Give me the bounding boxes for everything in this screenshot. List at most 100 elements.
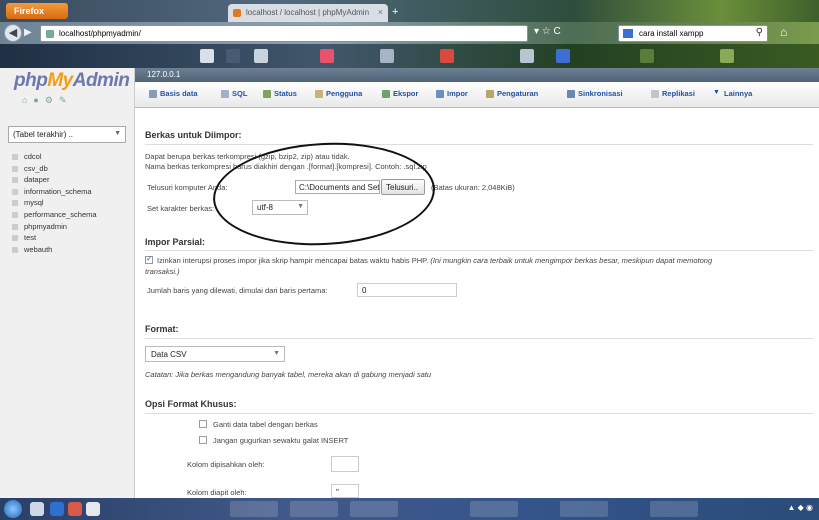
bookmark-icon[interactable] — [720, 49, 734, 63]
tab-databases[interactable]: Basis data — [149, 89, 198, 98]
database-item[interactable]: dataper — [10, 175, 130, 187]
columns-enclosed-input[interactable]: " — [331, 484, 359, 498]
taskbar-task[interactable] — [470, 501, 518, 517]
taskbar-task[interactable] — [230, 501, 278, 517]
format-title: Format: — [145, 324, 179, 334]
charset-select[interactable]: utf-8 ▼ — [252, 200, 308, 215]
forward-icon[interactable]: ▶ — [24, 27, 36, 39]
database-item[interactable]: performance_schema — [10, 210, 130, 222]
bookmark-icon[interactable] — [556, 49, 570, 63]
tab-status[interactable]: Status — [263, 89, 297, 98]
phpmyadmin-logo[interactable]: phpMyAdmin — [14, 70, 130, 92]
database-item[interactable]: csv_db — [10, 164, 130, 176]
section-divider — [145, 144, 813, 145]
bookmark-icon[interactable] — [320, 49, 334, 63]
new-tab-icon[interactable]: + — [392, 6, 406, 18]
format-note: Catatan: Jika berkas mengandung banyak t… — [145, 370, 431, 379]
database-item[interactable]: phpmyadmin — [10, 222, 130, 234]
format-select[interactable]: Data CSV ▼ — [145, 346, 285, 362]
taskbar-task[interactable] — [560, 501, 608, 517]
reload-icon[interactable]: ▾ ☆ C — [534, 26, 614, 40]
tab-settings[interactable]: Pengaturan — [486, 89, 538, 98]
back-icon[interactable]: ◀ — [4, 24, 22, 42]
allow-interrupt-text: Izinkan interupsi proses impor jika skri… — [157, 256, 429, 265]
section-divider — [145, 413, 813, 414]
tab-more[interactable]: ▼ Lainnya — [713, 89, 752, 98]
close-tab-icon[interactable]: × — [378, 7, 383, 17]
tab-sql[interactable]: SQL — [221, 89, 247, 98]
allow-interrupt-note: (Ini mungkin cara terbaik untuk mengimpo… — [430, 256, 713, 265]
browser-nav-bar: ◀ ▶ localhost/phpmyadmin/ ▾ ☆ C cara ins… — [0, 22, 819, 44]
bookmark-icon[interactable] — [380, 49, 394, 63]
tab-label: Impor — [447, 89, 468, 98]
taskbar-app-icon[interactable] — [50, 502, 64, 516]
charset-label: Set karakter berkas: — [147, 204, 215, 213]
bookmark-icon[interactable] — [520, 49, 534, 63]
replication-icon — [651, 90, 659, 98]
replace-table-label: Ganti data tabel dengan berkas — [213, 420, 318, 429]
skip-rows-input[interactable]: 0 — [357, 283, 457, 297]
tab-export[interactable]: Ekspor — [382, 89, 418, 98]
chevron-down-icon: ▼ — [273, 350, 280, 357]
tab-users[interactable]: Pengguna — [315, 89, 362, 98]
columns-separated-input[interactable] — [331, 456, 359, 472]
settings-icon — [486, 90, 494, 98]
database-item[interactable]: cdcol — [10, 152, 130, 164]
bookmark-icon[interactable] — [200, 49, 214, 63]
ignore-errors-label: Jangan gugurkan sewaktu galat INSERT — [213, 436, 349, 445]
bookmark-icon[interactable] — [254, 49, 268, 63]
search-text: cara install xampp — [639, 29, 704, 38]
recent-tables-select[interactable]: (Tabel terakhir) .. ▼ — [8, 126, 126, 143]
database-item[interactable]: webauth — [10, 245, 130, 257]
tab-synchronize[interactable]: Sinkronisasi — [567, 89, 623, 98]
search-bar[interactable]: cara install xampp ⚲ — [618, 25, 768, 42]
database-item[interactable]: mysql — [10, 198, 130, 210]
format-value: Data CSV — [151, 350, 187, 359]
top-menu: Basis data SQL Status Pengguna Ekspor Im… — [135, 82, 819, 108]
bookmarks-bar — [0, 44, 819, 68]
database-item[interactable]: test — [10, 233, 130, 245]
taskbar-app-icon[interactable] — [68, 502, 82, 516]
tab-label: Ekspor — [393, 89, 419, 98]
taskbar-task[interactable] — [650, 501, 698, 517]
ignore-errors-checkbox[interactable] — [199, 436, 207, 444]
taskbar-app-icon[interactable] — [86, 502, 100, 516]
replace-table-checkbox[interactable] — [199, 420, 207, 428]
file-input[interactable]: C:\Documents and Setti — [295, 180, 380, 194]
sidebar-quick-icons[interactable]: ⌂●⚙✎ — [22, 95, 112, 107]
browse-label: Telusuri komputer Anda: — [147, 183, 228, 192]
tab-import[interactable]: Impor — [436, 89, 468, 98]
sql-icon — [221, 90, 229, 98]
firefox-menu-button[interactable]: Firefox — [6, 3, 68, 19]
breadcrumb-server[interactable]: 127.0.0.1 — [147, 70, 180, 79]
taskbar-task[interactable] — [290, 501, 338, 517]
logo-admin: Admin — [72, 70, 130, 91]
database-item[interactable]: information_schema — [10, 187, 130, 199]
chevron-down-icon: ▼ — [713, 89, 720, 96]
taskbar-task[interactable] — [350, 501, 398, 517]
allow-interrupt-label: Izinkan interupsi proses impor jika skri… — [157, 256, 712, 265]
browser-tab[interactable]: localhost / localhost | phpMyAdmin × — [228, 4, 388, 22]
chevron-down-icon: ▼ — [297, 203, 304, 210]
search-icon[interactable]: ⚲ — [756, 27, 763, 38]
search-engine-icon[interactable] — [623, 29, 633, 38]
logo-php: php — [14, 70, 48, 91]
allow-interrupt-checkbox[interactable] — [145, 254, 153, 264]
bookmark-icon[interactable] — [640, 49, 654, 63]
tab-label: Basis data — [160, 89, 198, 98]
system-tray-icon[interactable]: ▲ ◆ ◉ — [788, 503, 814, 512]
address-bar[interactable]: localhost/phpmyadmin/ — [40, 25, 528, 42]
home-icon[interactable]: ⌂ — [780, 25, 796, 41]
browse-button[interactable]: Telusuri.. — [381, 179, 425, 195]
recent-tables-value: (Tabel terakhir) .. — [13, 130, 74, 139]
taskbar-app-icon[interactable] — [30, 502, 44, 516]
tab-replication[interactable]: Replikasi — [651, 89, 695, 98]
partial-import-title: Impor Parsial: — [145, 237, 206, 247]
start-icon[interactable] — [4, 500, 22, 518]
synchronize-icon — [567, 90, 575, 98]
browser-tab-title: localhost / localhost | phpMyAdmin — [246, 8, 370, 17]
tab-label: Lainnya — [724, 89, 753, 98]
bookmark-icon[interactable] — [440, 49, 454, 63]
file-description-compression: Dapat berupa berkas terkompresi (gzip, b… — [145, 152, 350, 161]
bookmark-icon[interactable] — [226, 49, 240, 63]
